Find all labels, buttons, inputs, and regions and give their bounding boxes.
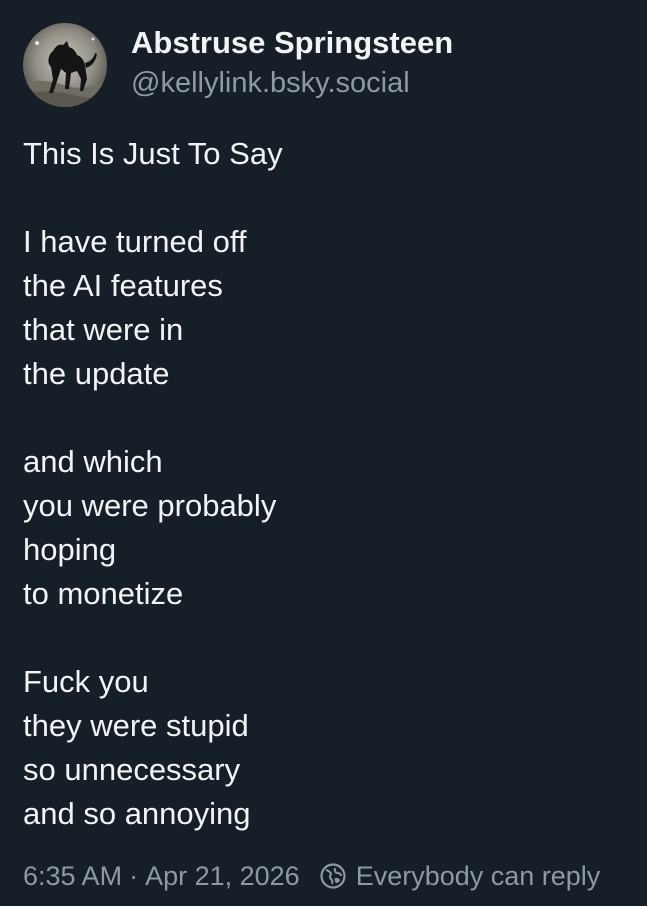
dog-silhouette-avatar-icon [23, 23, 107, 107]
globe-icon [319, 862, 347, 890]
poem-line: that were in [23, 312, 184, 347]
separator: · [129, 860, 139, 891]
avatar[interactable] [23, 23, 107, 107]
poem-line: and so annoying [23, 796, 251, 831]
reply-setting[interactable]: Everybody can reply [356, 861, 601, 892]
poem-line: so unnecessary [23, 752, 241, 787]
stanza: and which you were probably hoping to mo… [23, 440, 623, 616]
poem-line: hoping [23, 532, 117, 567]
poem-line: Fuck you [23, 664, 149, 699]
poem-line: the AI features [23, 268, 223, 303]
stanza: Fuck you they were stupid so unnecessary… [23, 660, 623, 836]
author-handle[interactable]: @kellylink.bsky.social [131, 63, 453, 103]
display-name[interactable]: Abstruse Springsteen [131, 23, 453, 63]
post-text: This Is Just To Say I have turned off th… [23, 132, 623, 836]
poem-line: to monetize [23, 576, 184, 611]
poem-line: I have turned off [23, 224, 247, 259]
poem-line: you were probably [23, 488, 277, 523]
stanza: I have turned off the AI features that w… [23, 220, 623, 396]
post-time[interactable]: 6:35 AM [23, 861, 122, 892]
post-date[interactable]: Apr 21, 2026 [145, 861, 300, 892]
post-footer: 6:35 AM · Apr 21, 2026 Everybody can rep… [23, 856, 600, 896]
poem-line: the update [23, 356, 170, 391]
post: Abstruse Springsteen @kellylink.bsky.soc… [0, 0, 647, 906]
poem-line: This Is Just To Say [23, 136, 283, 171]
post-header: Abstruse Springsteen @kellylink.bsky.soc… [23, 23, 453, 107]
author-names: Abstruse Springsteen @kellylink.bsky.soc… [131, 23, 453, 103]
poem-line: and which [23, 444, 163, 479]
poem-line: they were stupid [23, 708, 249, 743]
stanza-title: This Is Just To Say [23, 132, 623, 176]
